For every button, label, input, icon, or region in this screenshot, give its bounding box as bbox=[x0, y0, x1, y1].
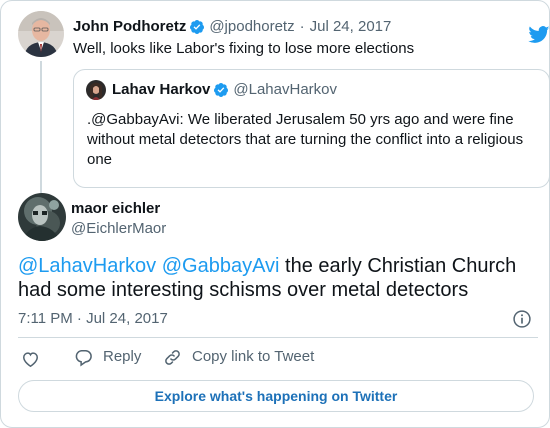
verified-badge-icon bbox=[190, 20, 205, 34]
tweet-timestamp[interactable]: 7:11 PM · Jul 24, 2017 bbox=[18, 309, 168, 329]
link-icon bbox=[165, 349, 180, 365]
tweet-embed-card: John Podhoretz @jpodhoretz · Jul 24, 201… bbox=[0, 0, 550, 428]
parent-tweet[interactable]: John Podhoretz @jpodhoretz · Jul 24, 201… bbox=[18, 11, 550, 193]
explore-twitter-button[interactable]: Explore what's happening on Twitter bbox=[18, 380, 534, 412]
quoted-author-handle[interactable]: @LahavHarkov bbox=[233, 80, 337, 100]
mention-link[interactable]: @LahavHarkov bbox=[18, 255, 156, 277]
parent-tweet-header: John Podhoretz @jpodhoretz · Jul 24, 201… bbox=[73, 17, 391, 37]
main-author-name[interactable]: maor eichler bbox=[71, 199, 160, 219]
copy-link-label: Copy link to Tweet bbox=[192, 348, 315, 365]
quoted-author-name[interactable]: Lahav Harkov bbox=[112, 80, 210, 100]
thread-connector-line bbox=[40, 61, 42, 193]
parent-tweet-date[interactable]: Jul 24, 2017 bbox=[310, 17, 392, 37]
info-icon[interactable] bbox=[512, 309, 532, 329]
mention-link[interactable]: @GabbayAvi bbox=[162, 255, 280, 277]
main-tweet-text: @LahavHarkov @GabbayAvi the early Christ… bbox=[18, 254, 538, 302]
separator-dot: · bbox=[76, 310, 82, 327]
like-button[interactable] bbox=[21, 350, 40, 369]
verified-badge-icon bbox=[214, 83, 229, 97]
reply-label: Reply bbox=[103, 348, 142, 365]
twitter-bird-icon[interactable] bbox=[528, 26, 550, 44]
main-author-handle[interactable]: @EichlerMaor bbox=[71, 219, 166, 239]
copy-link-button[interactable]: Copy link to Tweet bbox=[163, 347, 314, 367]
main-author-avatar[interactable] bbox=[18, 193, 66, 241]
separator-dot: · bbox=[299, 18, 305, 35]
quoted-tweet-text: .@GabbayAvi: We liberated Jerusalem 50 y… bbox=[87, 111, 524, 168]
reply-button[interactable]: Reply bbox=[74, 347, 141, 367]
parent-author-name[interactable]: John Podhoretz bbox=[73, 17, 186, 37]
quoted-tweet-header: Lahav Harkov @LahavHarkov bbox=[112, 80, 337, 100]
parent-author-avatar[interactable] bbox=[18, 11, 64, 57]
quoted-author-avatar bbox=[86, 80, 106, 100]
parent-tweet-text: Well, looks like Labor's fixing to lose … bbox=[73, 40, 415, 57]
tweet-time[interactable]: 7:11 PM bbox=[18, 310, 73, 327]
tweet-date[interactable]: Jul 24, 2017 bbox=[86, 310, 168, 327]
divider bbox=[18, 337, 538, 338]
tweet-actions: Reply Copy link to Tweet bbox=[18, 347, 538, 371]
parent-author-handle[interactable]: @jpodhoretz bbox=[209, 17, 294, 37]
reply-icon bbox=[75, 349, 92, 366]
heart-icon bbox=[23, 352, 38, 368]
quoted-tweet[interactable]: Lahav Harkov @LahavHarkov .@GabbayAvi: W… bbox=[73, 69, 550, 188]
